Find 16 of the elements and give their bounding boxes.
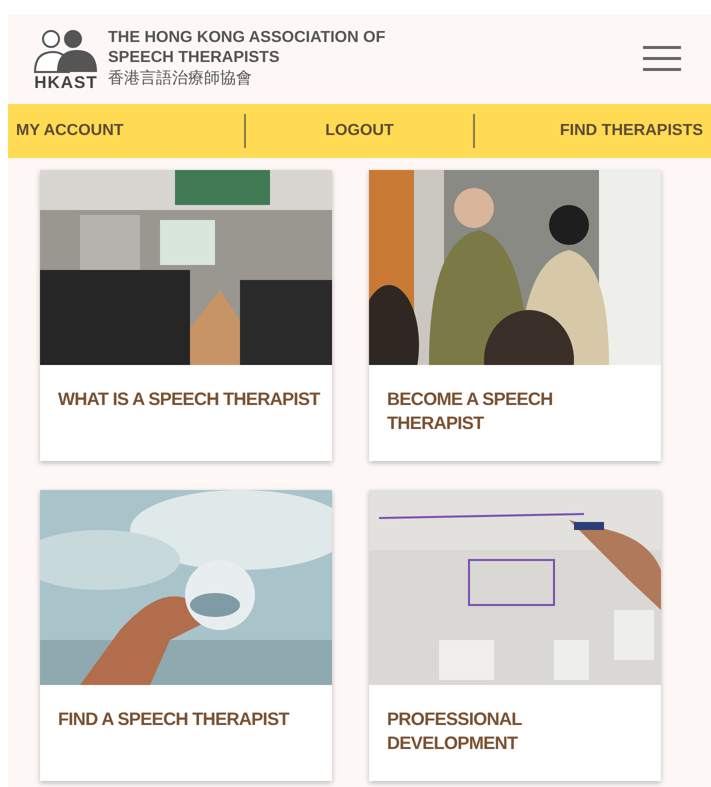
card-title: WHAT IS A SPEECH THERAPIST: [58, 388, 322, 411]
card[interactable]: WHAT IS A SPEECH THERAPIST: [40, 170, 332, 461]
association-name-chinese: 香港言語治療師協會: [108, 68, 253, 89]
card-title: BECOME A SPEECH THERAPIST: [387, 388, 554, 435]
nav-link[interactable]: LOGOUT: [325, 119, 394, 143]
card[interactable]: BECOME A SPEECH THERAPIST: [369, 170, 661, 461]
card[interactable]: PROFESSIONAL DEVELOPMENT: [369, 490, 661, 781]
card-title: PROFESSIONAL DEVELOPMENT: [387, 708, 523, 755]
nav-link[interactable]: FIND THERAPISTS: [560, 119, 704, 143]
association-name: THE HONG KONG ASSOCIATION OF: [108, 28, 386, 48]
card[interactable]: FIND A SPEECH THERAPIST: [40, 490, 332, 781]
menu-icon[interactable]: [643, 46, 681, 72]
logo-mark: HKAST: [34, 74, 98, 90]
card-title: FIND A SPEECH THERAPIST: [58, 708, 290, 731]
nav-link[interactable]: MY ACCOUNT: [16, 119, 124, 143]
association-name: SPEECH THERAPISTS: [108, 48, 281, 68]
